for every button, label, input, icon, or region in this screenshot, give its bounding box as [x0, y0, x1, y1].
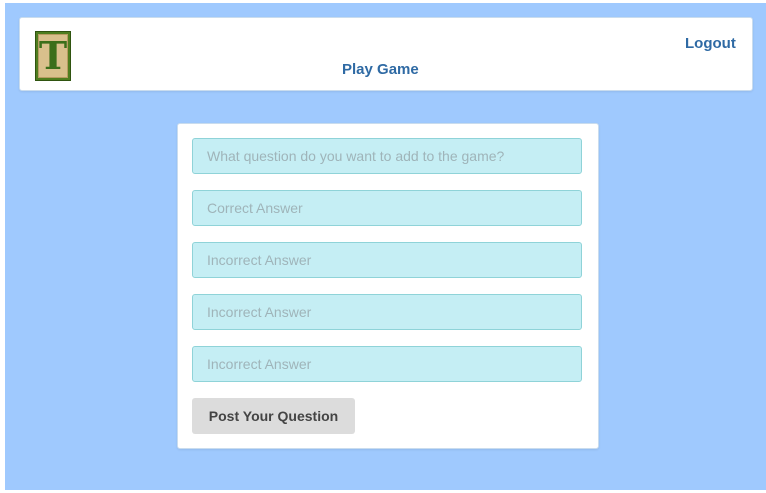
- add-question-form: Post Your Question: [177, 123, 599, 449]
- post-question-button[interactable]: Post Your Question: [192, 398, 355, 434]
- page-background: T Play Game Logout Post Your Question: [5, 3, 766, 490]
- question-input[interactable]: [192, 138, 582, 174]
- logout-link[interactable]: Logout: [685, 35, 736, 52]
- play-game-link[interactable]: Play Game: [342, 61, 419, 78]
- top-navbar: T Play Game Logout: [19, 17, 753, 91]
- logo-tile: T: [38, 34, 68, 78]
- incorrect-answer-input-1[interactable]: [192, 242, 582, 278]
- app-logo[interactable]: T: [35, 31, 71, 81]
- correct-answer-input[interactable]: [192, 190, 582, 226]
- logo-letter: T: [38, 33, 68, 78]
- incorrect-answer-input-3[interactable]: [192, 346, 582, 382]
- incorrect-answer-input-2[interactable]: [192, 294, 582, 330]
